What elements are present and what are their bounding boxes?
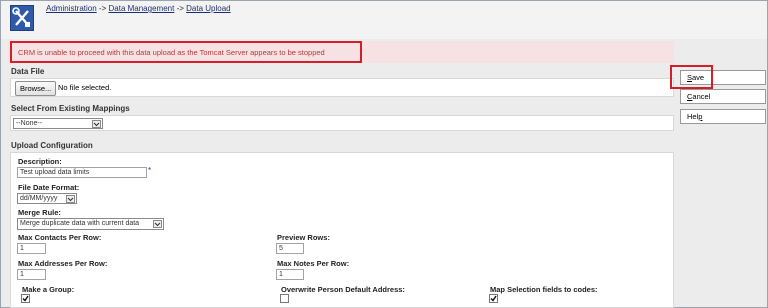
breadcrumb-data-management[interactable]: Data Management: [109, 4, 175, 13]
overwrite-address-checkbox[interactable]: [280, 294, 289, 303]
max-notes-input[interactable]: 1: [276, 269, 304, 280]
help-label-accesskey: p: [698, 112, 703, 121]
preview-rows-label: Preview Rows:: [277, 233, 330, 242]
merge-rule-select[interactable]: Merge duplicate data with current data: [17, 218, 164, 230]
breadcrumb: Administration -> Data Management -> Dat…: [46, 4, 231, 13]
merge-rule-label: Merge Rule:: [18, 208, 61, 217]
error-message: CRM is unable to proceed with this data …: [10, 41, 362, 63]
required-marker: *: [148, 166, 152, 175]
description-input[interactable]: Test upload data limits: [17, 167, 147, 178]
file-date-format-label: File Date Format:: [18, 183, 80, 192]
cancel-label-suffix: ancel: [692, 92, 711, 101]
file-status-text: No file selected.: [58, 83, 112, 92]
help-button[interactable]: Help: [680, 109, 766, 124]
mapping-select[interactable]: --None--: [13, 118, 103, 129]
chevron-down-icon: [92, 120, 101, 128]
breadcrumb-administration[interactable]: Administration: [46, 4, 97, 13]
help-label-prefix: Hel: [687, 112, 699, 121]
breadcrumb-separator: ->: [176, 4, 184, 13]
header-bar: Administration -> Data Management -> Dat…: [1, 1, 767, 39]
description-label: Description:: [18, 157, 62, 166]
make-group-checkbox[interactable]: [21, 294, 30, 303]
max-addresses-input[interactable]: 1: [17, 269, 46, 280]
tools-logo-icon: [10, 5, 34, 31]
cancel-button[interactable]: Cancel: [680, 89, 766, 104]
mappings-title: Select From Existing Mappings: [11, 104, 130, 113]
mappings-panel: [10, 115, 674, 131]
upload-config-title: Upload Configuration: [11, 141, 93, 150]
breadcrumb-data-upload[interactable]: Data Upload: [186, 4, 230, 13]
max-notes-label: Max Notes Per Row:: [277, 259, 350, 268]
map-selection-label: Map Selection fields to codes:: [490, 285, 598, 294]
file-date-format-select[interactable]: dd/MM/yyyy: [17, 193, 77, 204]
breadcrumb-separator: ->: [98, 4, 107, 13]
data-file-title: Data File: [11, 67, 45, 76]
overwrite-address-label: Overwrite Person Default Address:: [281, 285, 405, 294]
make-group-label: Make a Group:: [22, 285, 75, 294]
file-date-format-value: dd/MM/yyyy: [20, 195, 58, 202]
chevron-down-icon: [153, 220, 162, 228]
max-contacts-input[interactable]: 1: [17, 243, 46, 254]
mapping-select-value: --None--: [16, 120, 43, 127]
max-contacts-label: Max Contacts Per Row:: [18, 233, 102, 242]
browse-button[interactable]: Browse...: [15, 81, 57, 96]
merge-rule-value: Merge duplicate data with current data: [20, 220, 140, 227]
chevron-down-icon: [66, 195, 75, 203]
preview-rows-input[interactable]: 5: [276, 243, 304, 254]
save-highlight-box: [670, 65, 713, 89]
map-selection-checkbox[interactable]: [489, 294, 498, 303]
max-addresses-label: Max Addresses Per Row:: [18, 259, 108, 268]
